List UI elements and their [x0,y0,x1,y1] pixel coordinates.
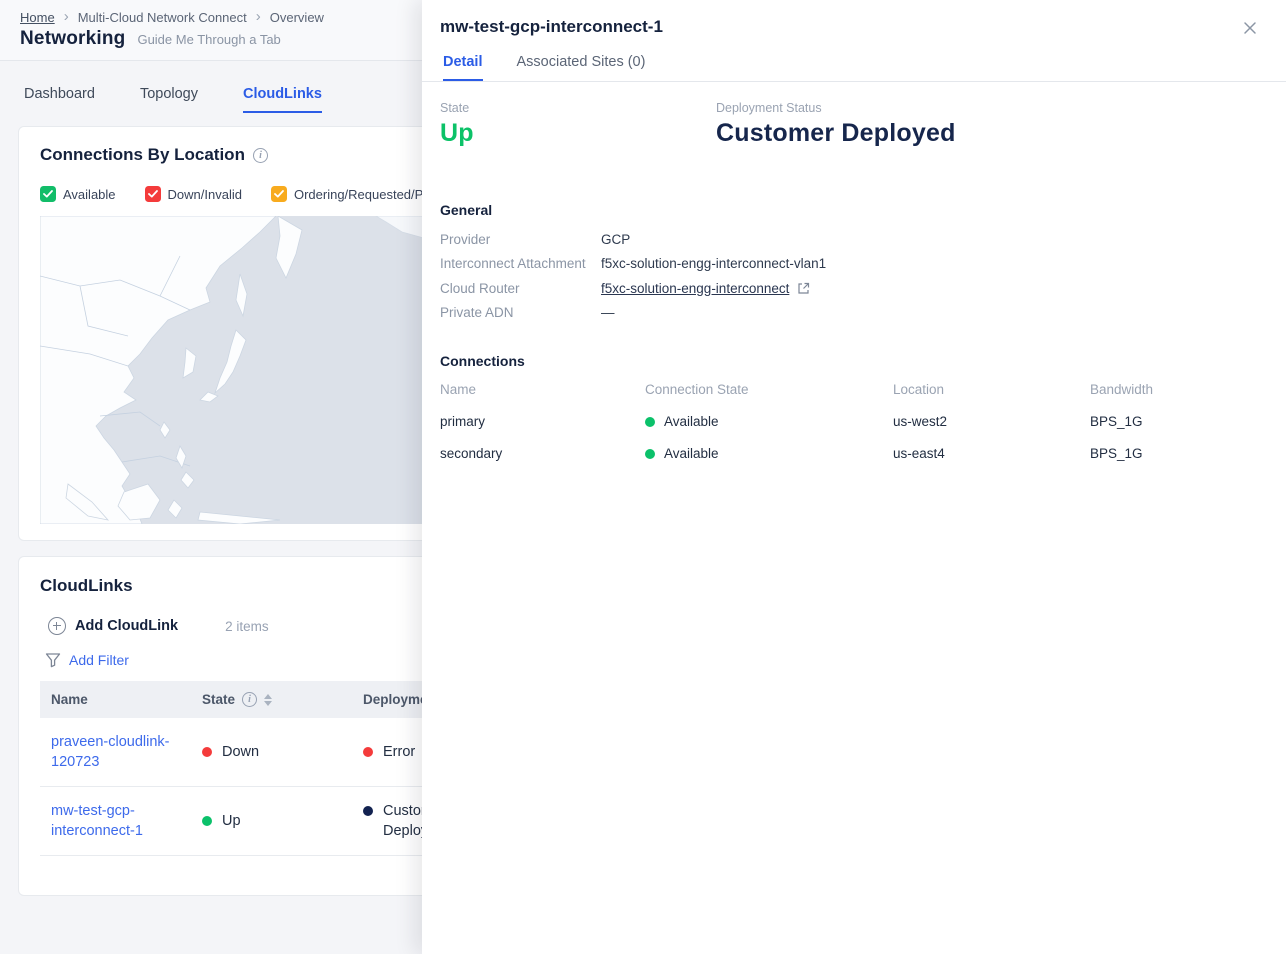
connection-row: secondary Available us-east4 BPS_1G [440,446,1268,461]
deployment-status-value: Customer Deployed [716,119,956,148]
legend-available: Available [40,186,116,202]
status-dot-red [202,747,212,757]
kv-row-private-adn: Private ADN — [440,301,1268,326]
status-dot-green [202,816,212,826]
page-title: Networking [20,28,125,50]
kv-row-interconnect-attachment: Interconnect Attachment f5xc-solution-en… [440,252,1268,277]
legend-label: Down/Invalid [168,187,242,202]
chevron-right-icon [64,8,69,25]
status-dot-green [645,449,655,459]
conn-col-name: Name [440,382,645,397]
conn-col-bandwidth: Bandwidth [1090,382,1268,397]
checkbox-down-invalid[interactable] [145,186,161,202]
connections-heading: Connections [440,353,1268,369]
state-badge: Up [202,811,341,831]
sort-icon[interactable] [264,694,272,706]
add-cloudlink-button[interactable]: Add CloudLink [48,617,178,635]
breadcrumb-item: Overview [270,10,324,25]
chevron-right-icon [256,8,261,25]
breadcrumb-item[interactable]: Multi-Cloud Network Connect [78,10,247,25]
detail-panel: mw-test-gcp-interconnect-1 Detail Associ… [422,0,1286,954]
checkbox-ordering[interactable] [271,186,287,202]
state-badge: Down [202,742,341,762]
connections-section: Connections Name Connection State Locati… [422,353,1286,461]
connections-card-title: Connections By Location [40,145,245,165]
cloud-router-link[interactable]: f5xc-solution-engg-interconnect [601,281,789,296]
guide-me-link[interactable]: Guide Me Through a Tab [137,32,280,47]
tab-associated-sites[interactable]: Associated Sites (0) [517,54,646,81]
info-icon[interactable]: i [253,148,268,163]
kv-row-provider: Provider GCP [440,227,1268,252]
conn-col-location: Location [893,382,1090,397]
info-icon[interactable]: i [242,692,257,707]
tab-cloudlinks[interactable]: CloudLinks [243,86,322,113]
breadcrumb-home-link[interactable]: Home [20,10,55,25]
items-count: 2 items [225,619,269,634]
deployment-status-label: Deployment Status [716,101,956,115]
connection-row: primary Available us-west2 BPS_1G [440,414,1268,429]
connections-header-row: Name Connection State Location Bandwidth [440,382,1268,397]
legend-down-invalid: Down/Invalid [145,186,242,202]
checkbox-available[interactable] [40,186,56,202]
status-dot-navy [363,806,373,816]
column-header-state: State i [191,681,352,718]
cloudlink-name-link[interactable]: mw-test-gcp-interconnect-1 [51,801,180,841]
external-link-icon[interactable] [797,282,810,295]
legend-label: Available [63,187,116,202]
add-filter-label: Add Filter [69,652,129,668]
status-dot-green [645,417,655,427]
tab-detail[interactable]: Detail [443,54,483,81]
general-section: General Provider GCP Interconnect Attach… [422,202,1286,325]
kv-row-cloud-router: Cloud Router f5xc-solution-engg-intercon… [440,276,1268,301]
column-header-name: Name [40,681,191,718]
state-value: Up [440,119,716,148]
conn-col-state: Connection State [645,382,893,397]
status-dot-red [363,747,373,757]
add-cloudlink-label: Add CloudLink [75,618,178,634]
state-label: State [440,101,716,115]
close-icon[interactable] [1242,20,1260,38]
panel-tabs: Detail Associated Sites (0) [443,54,1268,81]
tab-topology[interactable]: Topology [140,86,198,113]
plus-circle-icon [48,617,66,635]
funnel-icon [45,652,61,668]
general-heading: General [440,202,1268,218]
tab-dashboard[interactable]: Dashboard [24,86,95,113]
panel-title: mw-test-gcp-interconnect-1 [440,17,1268,37]
cloudlink-name-link[interactable]: praveen-cloudlink-120723 [51,732,180,772]
